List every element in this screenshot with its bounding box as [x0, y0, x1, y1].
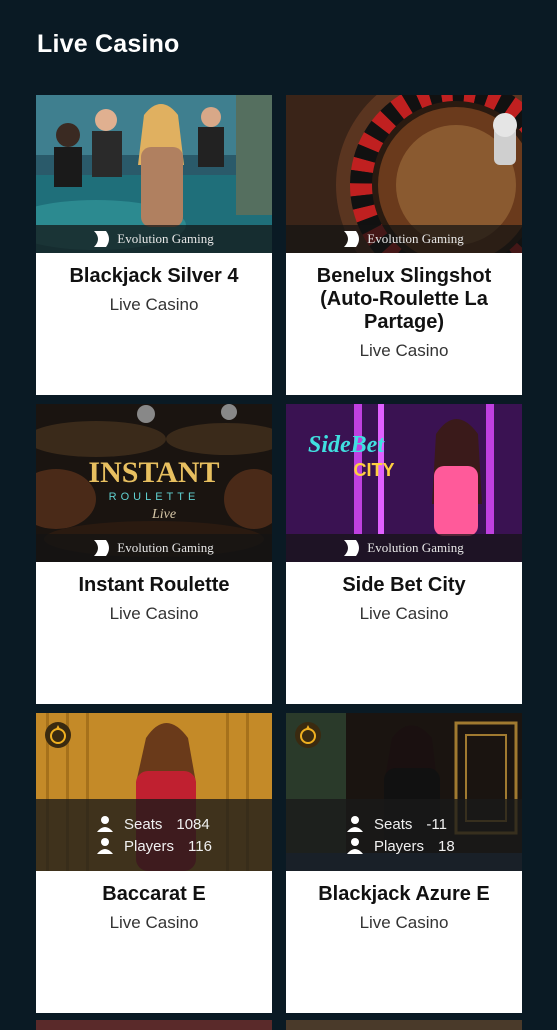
- game-title: Baccarat E: [102, 883, 206, 905]
- game-title: Blackjack Silver 4: [69, 265, 239, 287]
- players-label: Players: [124, 837, 175, 855]
- card-body: Blackjack Silver 4 Live Casino: [36, 253, 272, 315]
- game-card-side-bet-city[interactable]: SideBet CITY Evolution Gaming Side Bet C…: [286, 404, 522, 704]
- page-title: Live Casino: [37, 29, 180, 58]
- evolution-logo-icon: [344, 231, 360, 247]
- seats-row: Seats 1084: [96, 816, 272, 833]
- players-value: 18: [438, 837, 455, 855]
- card-body: Benelux Slingshot (Auto-Roulette La Part…: [286, 253, 522, 361]
- game-category: Live Casino: [359, 604, 449, 623]
- game-thumbnail[interactable]: Seats -11 Players 18: [286, 713, 522, 871]
- game-category: Live Casino: [109, 913, 199, 932]
- players-row: Players 18: [346, 838, 522, 855]
- provider-bar: Evolution Gaming: [36, 534, 272, 562]
- seats-overlay: Seats -11 Players 18: [286, 799, 522, 871]
- game-category: Live Casino: [359, 341, 449, 360]
- seats-label: Seats: [374, 815, 413, 833]
- art-subtitle: ROULETTE: [109, 491, 200, 503]
- game-card-blackjack-azure-e[interactable]: Seats -11 Players 18 Blackjack Azure E L…: [286, 713, 522, 1013]
- chip-icon: [295, 722, 321, 748]
- seats-label: Seats: [124, 815, 163, 833]
- game-card-benelux-slingshot[interactable]: Evolution Gaming Benelux Slingshot (Auto…: [286, 95, 522, 395]
- game-category: Live Casino: [109, 604, 199, 623]
- person-icon: [347, 838, 363, 854]
- game-card-instant-roulette[interactable]: INSTANT ROULETTE Live Evolution Gaming I…: [36, 404, 272, 704]
- game-thumbnail[interactable]: INSTANT ROULETTE Live Evolution Gaming: [36, 404, 272, 562]
- card-body: Blackjack Azure E Live Casino: [286, 871, 522, 933]
- seats-value: -11: [426, 815, 447, 833]
- provider-bar: Evolution Gaming: [286, 534, 522, 562]
- provider-name: Evolution Gaming: [367, 231, 464, 246]
- person-icon: [97, 838, 113, 854]
- game-thumbnail[interactable]: Seats 1084 Players 116: [36, 713, 272, 871]
- game-card-blackjack-silver-4[interactable]: Evolution Gaming Blackjack Silver 4 Live…: [36, 95, 272, 395]
- players-label: Players: [374, 837, 425, 855]
- provider-name: Evolution Gaming: [117, 540, 214, 555]
- game-card-partial[interactable]: [286, 1020, 522, 1030]
- card-body: Baccarat E Live Casino: [36, 871, 272, 933]
- game-thumbnail[interactable]: Evolution Gaming: [286, 95, 522, 253]
- art-title: INSTANT: [88, 456, 219, 489]
- seats-value: 1084: [176, 815, 210, 833]
- evolution-logo-icon: [344, 540, 360, 556]
- evolution-logo-icon: [94, 231, 110, 247]
- game-thumbnail[interactable]: SideBet CITY Evolution Gaming: [286, 404, 522, 562]
- game-title: Benelux Slingshot (Auto-Roulette La Part…: [316, 265, 492, 333]
- art-title: SideBet: [308, 432, 385, 458]
- page-header: Live Casino: [0, 0, 557, 88]
- game-card-baccarat-e[interactable]: Seats 1084 Players 116 Baccarat E Live C…: [36, 713, 272, 1013]
- game-title: Side Bet City: [342, 574, 466, 596]
- game-thumbnail[interactable]: Evolution Gaming: [36, 95, 272, 253]
- game-title: Blackjack Azure E: [318, 883, 490, 905]
- game-card-partial[interactable]: [36, 1020, 272, 1030]
- seats-overlay: Seats 1084 Players 116: [36, 799, 272, 871]
- game-title: Instant Roulette: [78, 574, 230, 596]
- person-icon: [97, 816, 113, 832]
- provider-bar: Evolution Gaming: [286, 225, 522, 253]
- evolution-logo-icon: [94, 540, 110, 556]
- card-body: Instant Roulette Live Casino: [36, 562, 272, 624]
- art-subtitle: CITY: [353, 460, 394, 480]
- game-category: Live Casino: [359, 913, 449, 932]
- person-icon: [347, 816, 363, 832]
- card-body: Side Bet City Live Casino: [286, 562, 522, 624]
- game-category: Live Casino: [109, 295, 199, 314]
- chip-icon: [45, 722, 71, 748]
- players-row: Players 116: [96, 838, 272, 855]
- provider-name: Evolution Gaming: [117, 231, 214, 246]
- seats-row: Seats -11: [346, 816, 522, 833]
- players-value: 116: [188, 837, 212, 855]
- provider-name: Evolution Gaming: [367, 540, 464, 555]
- provider-bar: Evolution Gaming: [36, 225, 272, 253]
- art-live: Live: [151, 507, 176, 522]
